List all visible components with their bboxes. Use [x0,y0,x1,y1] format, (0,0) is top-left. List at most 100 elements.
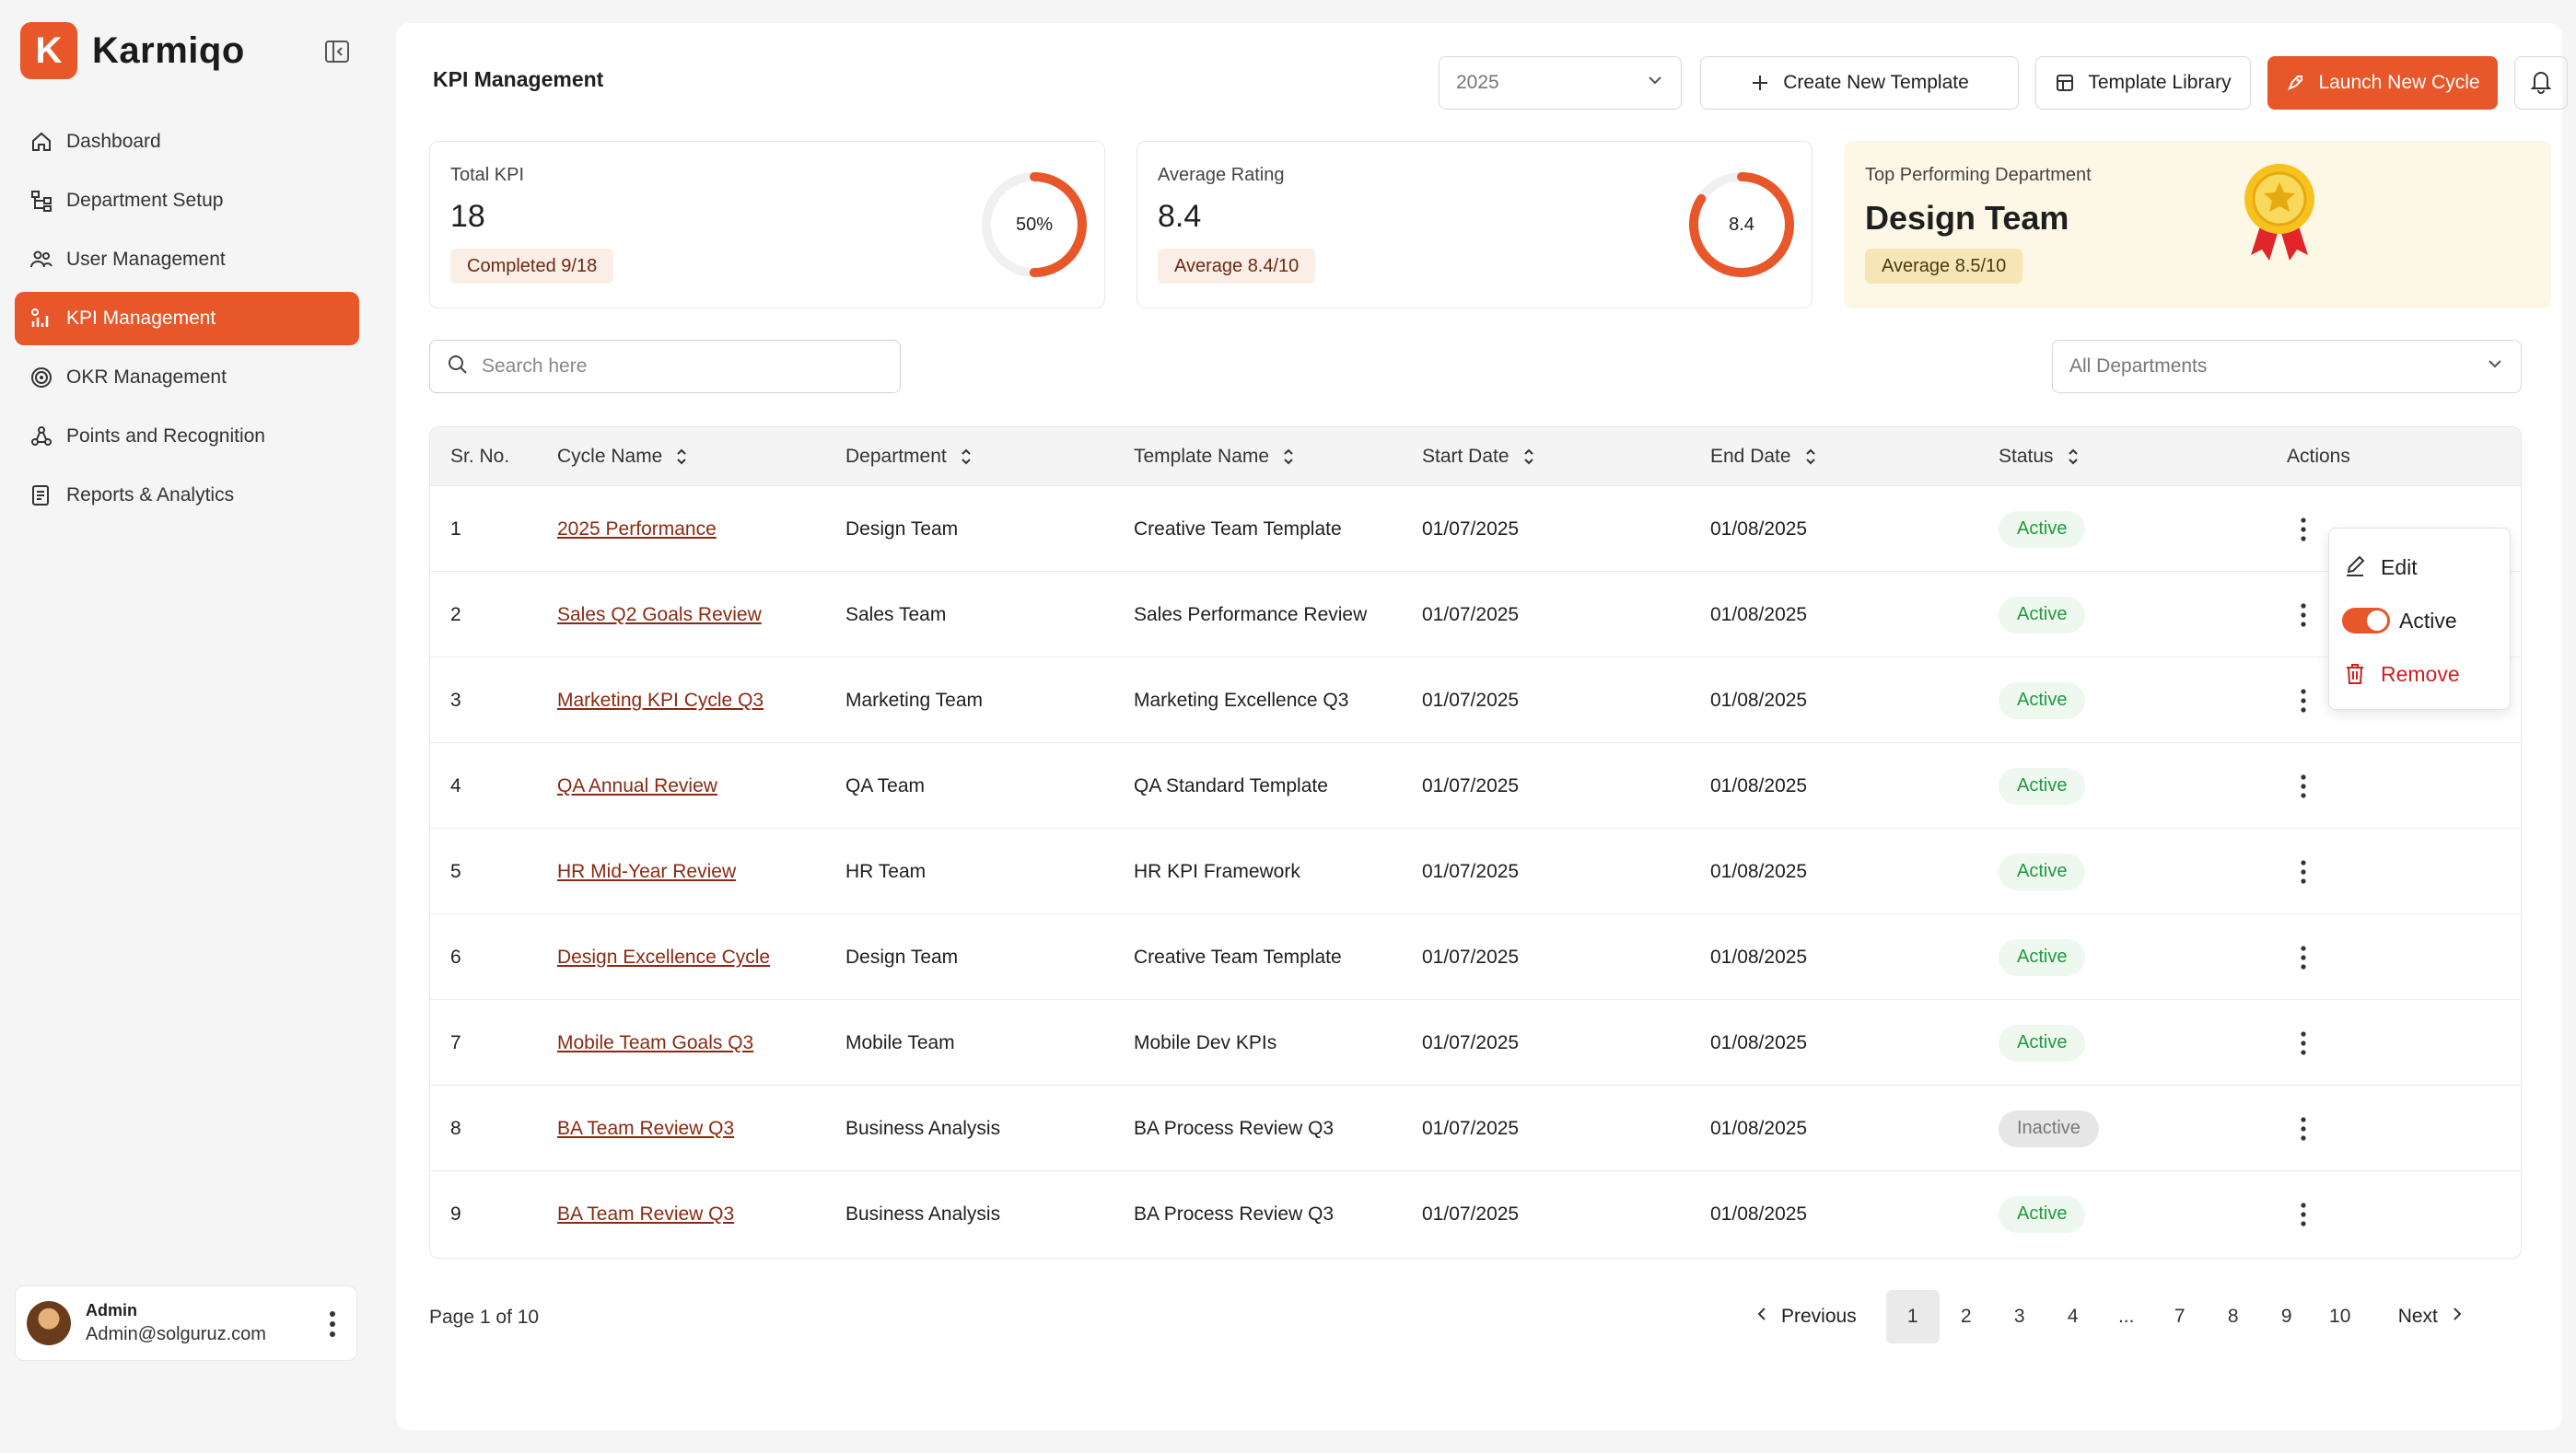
top-department-card: Top Performing Department Design Team Av… [1844,141,2551,308]
table-row: 1 2025 Performance Design Team Creative Tea… [430,486,2521,572]
column-header-label: End Date [1710,446,1791,467]
year-select[interactable]: 2025 [1439,56,1682,110]
cell-start-date: 01/07/2025 [1422,689,1520,711]
cell-cycle-name: QA Annual Review [557,743,717,829]
page-number-1[interactable]: 1 [1885,1290,1940,1343]
column-header-label: Sr. No. [450,446,510,467]
sort-icon[interactable] [960,447,973,467]
cell-end-date: 01/08/2025 [1710,946,1808,968]
sort-icon[interactable] [2067,447,2080,467]
page-number-2[interactable]: 2 [1940,1290,1993,1343]
previous-page-label: Previous [1781,1306,1857,1327]
column-header-end-date[interactable]: End Date [1710,427,1817,486]
create-template-label: Create New Template [1783,72,1969,93]
sort-icon[interactable] [675,447,688,467]
row-actions-icon[interactable] [2300,517,2307,542]
department-select[interactable]: All Departments [2052,340,2522,393]
table-body: 1 2025 Performance Design Team Creative Tea… [430,486,2521,1257]
status-badge: Active [1999,596,2086,634]
cycle-name-link[interactable]: Mobile Team Goals Q3 [557,1032,753,1054]
previous-page-button[interactable]: Previous [1755,1306,1857,1328]
brand[interactable]: K Karmiqo [20,22,245,79]
cycle-name-link[interactable]: BA Team Review Q3 [557,1118,734,1140]
active-toggle-switch[interactable] [2342,608,2390,634]
sidebar-item-reports-analytics[interactable]: Reports & Analytics [15,469,359,522]
sort-icon[interactable] [1282,447,1295,467]
page-number-10[interactable]: 10 [2314,1290,2367,1343]
cycle-name-link[interactable]: HR Mid-Year Review [557,861,736,883]
row-actions-menu: Edit Active Remove [2328,528,2511,710]
sidebar-item-kpi-management[interactable]: KPI Management [15,292,359,345]
cell-start-date: 01/07/2025 [1422,1031,1520,1053]
template-library-button[interactable]: Template Library [2035,56,2251,110]
column-header-cycle-name[interactable]: Cycle Name [557,427,688,486]
brand-name: Karmiqo [92,29,245,71]
cell-cycle-name: 2025 Performance [557,486,717,572]
column-header-label: Cycle Name [557,446,663,467]
page-ellipsis: ... [2117,1306,2135,1327]
sidebar-item-user-management[interactable]: User Management [15,233,359,286]
cell-sr-no: 4 [450,774,461,796]
menu-active-toggle[interactable]: Active [2342,604,2457,637]
column-header-status[interactable]: Status [1999,427,2080,486]
page-number-8[interactable]: 8 [2207,1290,2260,1343]
cycle-name-link[interactable]: Marketing KPI Cycle Q3 [557,690,763,712]
cycle-name-link[interactable]: BA Team Review Q3 [557,1203,734,1226]
column-header-start-date[interactable]: Start Date [1422,427,1535,486]
cell-actions [2287,829,2307,914]
next-page-button[interactable]: Next [2398,1306,2464,1328]
sidebar-item-dashboard[interactable]: Dashboard [15,115,359,169]
cycle-name-link[interactable]: Sales Q2 Goals Review [557,604,762,626]
user-menu-icon[interactable] [329,1310,336,1338]
sidebar-collapse-icon[interactable] [322,37,352,66]
page-number-7[interactable]: 7 [2153,1290,2207,1343]
notifications-button[interactable] [2514,56,2568,110]
cell-department: Business Analysis [845,1117,1001,1139]
create-template-button[interactable]: Create New Template [1700,56,2019,110]
status-badge: Active [1999,767,2086,805]
column-header-template-name[interactable]: Template Name [1134,427,1295,486]
row-actions-icon[interactable] [2300,602,2307,628]
page-number-3[interactable]: 3 [1993,1290,2046,1343]
chevron-down-icon [1646,71,1664,95]
sort-icon[interactable] [1522,447,1535,467]
cell-sr-no: 1 [450,517,461,540]
cell-cycle-name: BA Team Review Q3 [557,1086,734,1171]
sidebar-item-okr-management[interactable]: OKR Management [15,351,359,404]
status-badge: Active [1999,1024,2086,1062]
row-actions-icon[interactable] [2300,1202,2307,1227]
row-actions-icon[interactable] [2300,859,2307,885]
row-actions-icon[interactable] [2300,688,2307,714]
table-row: 5 HR Mid-Year Review HR Team HR KPI Framewo… [430,829,2521,914]
user-card[interactable]: Admin Admin@solguruz.com [15,1285,357,1361]
menu-remove[interactable]: Remove [2342,657,2460,691]
launch-cycle-button[interactable]: Launch New Cycle [2267,56,2498,110]
search-box[interactable] [429,340,901,393]
column-header-label: Department [845,446,947,467]
row-actions-icon[interactable] [2300,773,2307,799]
row-actions-icon[interactable] [2300,945,2307,971]
cell-status: Active [1999,657,2086,743]
cycle-name-link[interactable]: Design Excellence Cycle [557,947,770,969]
cell-template-name: Sales Performance Review [1134,603,1368,625]
sidebar-item-points-and-recognition[interactable]: Points and Recognition [15,410,359,463]
page-number-9[interactable]: 9 [2260,1290,2314,1343]
row-actions-icon[interactable] [2300,1116,2307,1142]
column-header-department[interactable]: Department [845,427,973,486]
top-department-value: Design Team [1865,199,2069,237]
cell-sr-no: 2 [450,603,461,625]
sidebar-item-department-setup[interactable]: Department Setup [15,174,359,227]
sidebar: K Karmiqo Dashboard Department Setup User … [0,0,378,1453]
status-badge: Active [1999,681,2086,719]
cycle-name-link[interactable]: 2025 Performance [557,518,717,541]
table-row: 6 Design Excellence Cycle Design Team Creat… [430,914,2521,1000]
search-input[interactable] [482,355,868,378]
page-number-4[interactable]: 4 [2046,1290,2100,1343]
sort-icon[interactable] [1804,447,1817,467]
row-actions-icon[interactable] [2300,1030,2307,1056]
cell-template-name: BA Process Review Q3 [1134,1203,1335,1225]
cycle-name-link[interactable]: QA Annual Review [557,775,717,797]
menu-edit[interactable]: Edit [2342,551,2418,584]
cell-start-date: 01/07/2025 [1422,1117,1520,1139]
cell-cycle-name: HR Mid-Year Review [557,829,736,914]
